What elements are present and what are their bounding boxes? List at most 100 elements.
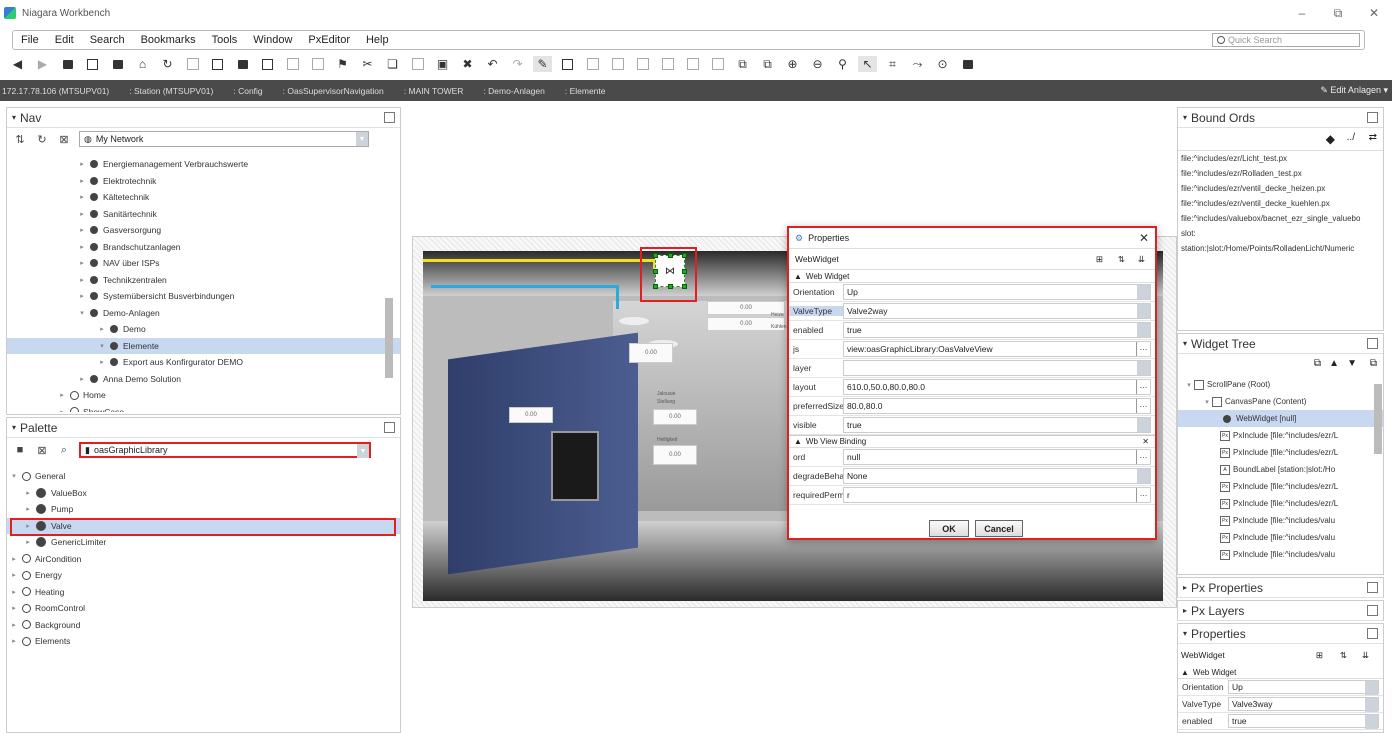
collapse-icon[interactable]: ▾	[1183, 113, 1187, 122]
close-icon[interactable]: ✕	[1139, 231, 1149, 245]
palette-item[interactable]: ▸ Background	[7, 617, 400, 634]
align-right-icon[interactable]	[633, 56, 652, 72]
side-bar-icon[interactable]	[208, 56, 227, 72]
side-property-value-field[interactable]: Valve3way	[1228, 697, 1379, 712]
expand-icon[interactable]: ▸	[23, 538, 33, 546]
rectangle-icon[interactable]	[558, 56, 577, 72]
relativize-icon[interactable]: ⇄	[1369, 132, 1377, 143]
maximize-icon[interactable]	[1367, 628, 1378, 639]
property-value-field[interactable]: true	[843, 417, 1151, 433]
send-back-icon[interactable]: ⧉	[1370, 358, 1377, 369]
maximize-icon[interactable]	[1367, 605, 1378, 616]
palette-item[interactable]: ▸ GenericLimiter	[7, 534, 400, 551]
section-web-widget[interactable]: ▲ Web Widget	[789, 270, 1155, 283]
ellipsis-button[interactable]: …	[1136, 399, 1150, 413]
chevron-down-icon[interactable]	[1137, 361, 1150, 375]
crumb-demo[interactable]: : Demo-Anlagen	[473, 86, 554, 96]
new-window-icon[interactable]	[108, 56, 127, 72]
expand-icon[interactable]: ▸	[57, 408, 67, 412]
palette-item[interactable]: ▸ Elements	[7, 633, 400, 650]
ellipsis-button[interactable]: …	[1136, 488, 1150, 502]
expand-icon[interactable]: ▸	[77, 292, 87, 300]
copy-icon[interactable]	[183, 56, 202, 72]
sync-icon[interactable]: ⇅	[13, 132, 27, 146]
crumb-navigation[interactable]: : OasSupervisorNavigation	[273, 86, 394, 96]
ok-button[interactable]: OK	[929, 520, 969, 537]
move-up-icon[interactable]: ▲	[1329, 358, 1339, 369]
palette-item[interactable]: ▸ Heating	[7, 584, 400, 601]
export-icon[interactable]	[308, 56, 327, 72]
sort-icon[interactable]: ⇊	[1138, 254, 1145, 265]
maximize-icon[interactable]	[1367, 338, 1378, 349]
property-value-field[interactable]	[843, 360, 1151, 376]
quick-search-input[interactable]: Quick Search	[1212, 33, 1360, 47]
chevron-down-icon[interactable]	[1137, 323, 1150, 337]
expand-icon[interactable]: ▸	[9, 555, 19, 563]
value-box-3[interactable]: 0.00	[653, 409, 697, 425]
bring-front-icon[interactable]: ⧉	[1314, 358, 1321, 369]
expand-icon[interactable]: ▸	[77, 375, 87, 383]
nav-tree-item[interactable]: ▸ Technikzentralen	[7, 272, 400, 289]
value-box-1[interactable]: 0.00	[629, 343, 673, 363]
edit-mode-button[interactable]: ✎ Edit Anlagen ▾	[1320, 85, 1388, 96]
property-value-field[interactable]: 610.0,50.0,80.0,80.0…	[843, 379, 1151, 395]
zoom-out-icon[interactable]: ⊖	[808, 56, 827, 72]
blank-icon[interactable]	[408, 56, 427, 72]
widget-tree-item[interactable]: A BoundLabel [station:|slot:/Ho	[1178, 461, 1383, 478]
align-middle-icon[interactable]	[683, 56, 702, 72]
undo-icon[interactable]: ↶	[483, 56, 502, 72]
property-value-field[interactable]: None	[843, 468, 1151, 484]
crumb-tower[interactable]: : MAIN TOWER	[394, 86, 474, 96]
palette-item[interactable]: ▸ RoomControl	[7, 600, 400, 617]
target-icon[interactable]: ⊙	[933, 56, 952, 72]
save-all-icon[interactable]	[283, 56, 302, 72]
menu-search[interactable]: Search	[82, 34, 133, 46]
back-icon[interactable]: ◀	[8, 56, 27, 72]
select-tool-icon[interactable]: ↖	[858, 56, 877, 72]
expand-icon[interactable]: ▸	[57, 391, 67, 399]
value-box-2[interactable]: 0.00	[509, 407, 553, 423]
forward-icon[interactable]: ▶	[33, 56, 52, 72]
menu-window[interactable]: Window	[245, 34, 300, 46]
expand-icon[interactable]: ▸	[77, 160, 87, 168]
remove-binding-icon[interactable]: ✕	[1142, 437, 1149, 446]
nav-tree-item[interactable]: ▸ Brandschutzanlagen	[7, 239, 400, 256]
chevron-down-icon[interactable]	[1365, 715, 1378, 729]
paste-icon[interactable]: ▣	[433, 56, 452, 72]
widget-tree-item[interactable]: Px PxInclude [file:^includes/ezr/L	[1178, 444, 1383, 461]
widget-tree-item[interactable]: Px PxInclude [file:^includes/ezr/L	[1178, 427, 1383, 444]
close-tree-icon[interactable]: ⊠	[57, 132, 71, 146]
widget-tree-item[interactable]: ▾ CanvasPane (Content)	[1178, 393, 1383, 410]
expand-icon[interactable]: ▸	[77, 193, 87, 201]
nav-tree-item[interactable]: ▸ NAV über ISPs	[7, 255, 400, 272]
expand-icon[interactable]: ▸	[23, 505, 33, 513]
palette-item[interactable]: ▸ Pump	[7, 501, 400, 518]
widget-tree-scrollbar[interactable]	[1374, 384, 1382, 454]
nav-tree-item[interactable]: ▸ Energiemanagement Verbrauchswerte	[7, 156, 400, 173]
connect-icon[interactable]: ⤳	[908, 56, 927, 72]
menu-help[interactable]: Help	[358, 34, 397, 46]
chevron-down-icon[interactable]	[1137, 469, 1150, 483]
folder-icon[interactable]: ■	[13, 443, 27, 457]
move-down-icon[interactable]: ▼	[1347, 358, 1357, 369]
menu-edit[interactable]: Edit	[47, 34, 82, 46]
align-bottom-icon[interactable]	[708, 56, 727, 72]
crumb-station[interactable]: : Station (MTSUPV01)	[119, 86, 223, 96]
copy-alt-icon[interactable]: ❏	[383, 56, 402, 72]
expand-icon[interactable]: ▸	[9, 571, 19, 579]
expand-icon[interactable]: ▸	[77, 243, 87, 251]
new-tab-icon[interactable]	[83, 56, 102, 72]
zoom-icon[interactable]: ⚲	[833, 56, 852, 72]
refresh-icon[interactable]: ↻	[158, 56, 177, 72]
bound-ord-item[interactable]: file:^includes/ezr/ventil_decke_kuehlen.…	[1178, 196, 1383, 211]
view-icon[interactable]	[58, 56, 77, 72]
zoom-in-icon[interactable]: ⊕	[783, 56, 802, 72]
bound-ord-item[interactable]: slot:	[1178, 226, 1383, 241]
path-icon[interactable]: ../	[1347, 132, 1355, 143]
menu-pxeditor[interactable]: PxEditor	[300, 34, 358, 46]
nav-tree-item[interactable]: ▾ Demo-Anlagen	[7, 305, 400, 322]
valve-widget[interactable]: ⋈	[653, 253, 687, 289]
nav-tree-item[interactable]: ▸ Elektrotechnik	[7, 173, 400, 190]
align-left-icon[interactable]	[583, 56, 602, 72]
property-value-field[interactable]: 80.0,80.0…	[843, 398, 1151, 414]
